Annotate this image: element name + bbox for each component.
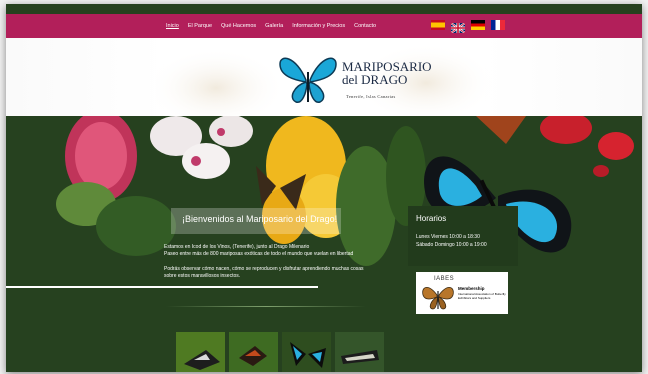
nav-link-informacion-precios[interactable]: Información y Precios [292,23,345,29]
intro-paragraph-2-line-1: Podrás observar cómo nacen, cómo se repr… [164,266,364,272]
intro-text: Estamos en Icod de los Vinos, (Tenerife)… [164,244,404,280]
nav-links: Inicio El Parque Qué Hacemos Galería Inf… [166,14,376,38]
nav-link-que-hacemos[interactable]: Qué Hacemos [221,23,256,29]
logo-subtitle: Tenerife, Islas Canarias [346,94,396,99]
butterfly-thumbnail-3[interactable] [282,332,331,372]
french-flag-icon[interactable] [491,20,505,30]
butterfly-thumbnail-2[interactable] [229,332,278,372]
iabes-membership-badge[interactable]: IABES Membership International Associati… [416,272,508,314]
hero-section: ¡Bienvenidos al Mariposario del Drago! E… [6,116,642,372]
nav-link-inicio[interactable]: Inicio [166,23,179,29]
butterfly-thumbnail-4[interactable] [335,332,384,372]
section-divider [166,306,366,307]
browser-screenshot: Inicio El Parque Qué Hacemos Galería Inf… [6,4,642,372]
nav-link-el-parque[interactable]: El Parque [188,23,212,29]
gallery-thumbnails [176,332,384,372]
hours-title: Horarios [416,214,447,223]
top-navigation: Inicio El Parque Qué Hacemos Galería Inf… [6,14,642,38]
logo-title: MARIPOSARIO del DRAGO [342,60,432,86]
badge-brand: IABES [434,276,455,282]
badge-description: International Association of Butterfly E… [458,292,506,300]
opening-hours-box: Horarios Lunes Viernes 10:00 a 18:30 Sáb… [408,206,518,266]
hours-weekdays: Lunes Viernes 10:00 a 18:30 [416,234,480,240]
butterfly-thumbnail-1[interactable] [176,332,225,372]
site-header: MARIPOSARIO del DRAGO Tenerife, Islas Ca… [6,38,642,116]
site-logo[interactable]: MARIPOSARIO del DRAGO Tenerife, Islas Ca… [276,50,446,106]
badge-title: Membership [458,286,485,291]
language-flags [431,20,505,34]
intro-paragraph-2-line-2: sobre estos maravillosos insectos. [164,273,241,279]
spanish-flag-icon[interactable] [431,20,445,30]
german-flag-icon[interactable] [471,20,485,30]
blue-butterfly-logo-icon [279,57,337,103]
intro-paragraph-1-line-1: Estamos en Icod de los Vinos, (Tenerife)… [164,244,310,250]
butterfly-badge-icon [422,287,454,310]
welcome-title: ¡Bienvenidos al Mariposario del Drago! [182,214,338,224]
intro-paragraph-1-line-2: Paseo entre más de 800 mariposas exótica… [164,251,354,257]
white-divider-line [6,286,318,288]
hours-weekend: Sábado Domingo 10:00 a 19:00 [416,242,487,248]
uk-flag-icon[interactable] [450,20,466,34]
nav-link-galeria[interactable]: Galería [265,23,283,29]
logo-title-line2: del DRAGO [342,72,408,87]
nav-link-contacto[interactable]: Contacto [354,23,376,29]
